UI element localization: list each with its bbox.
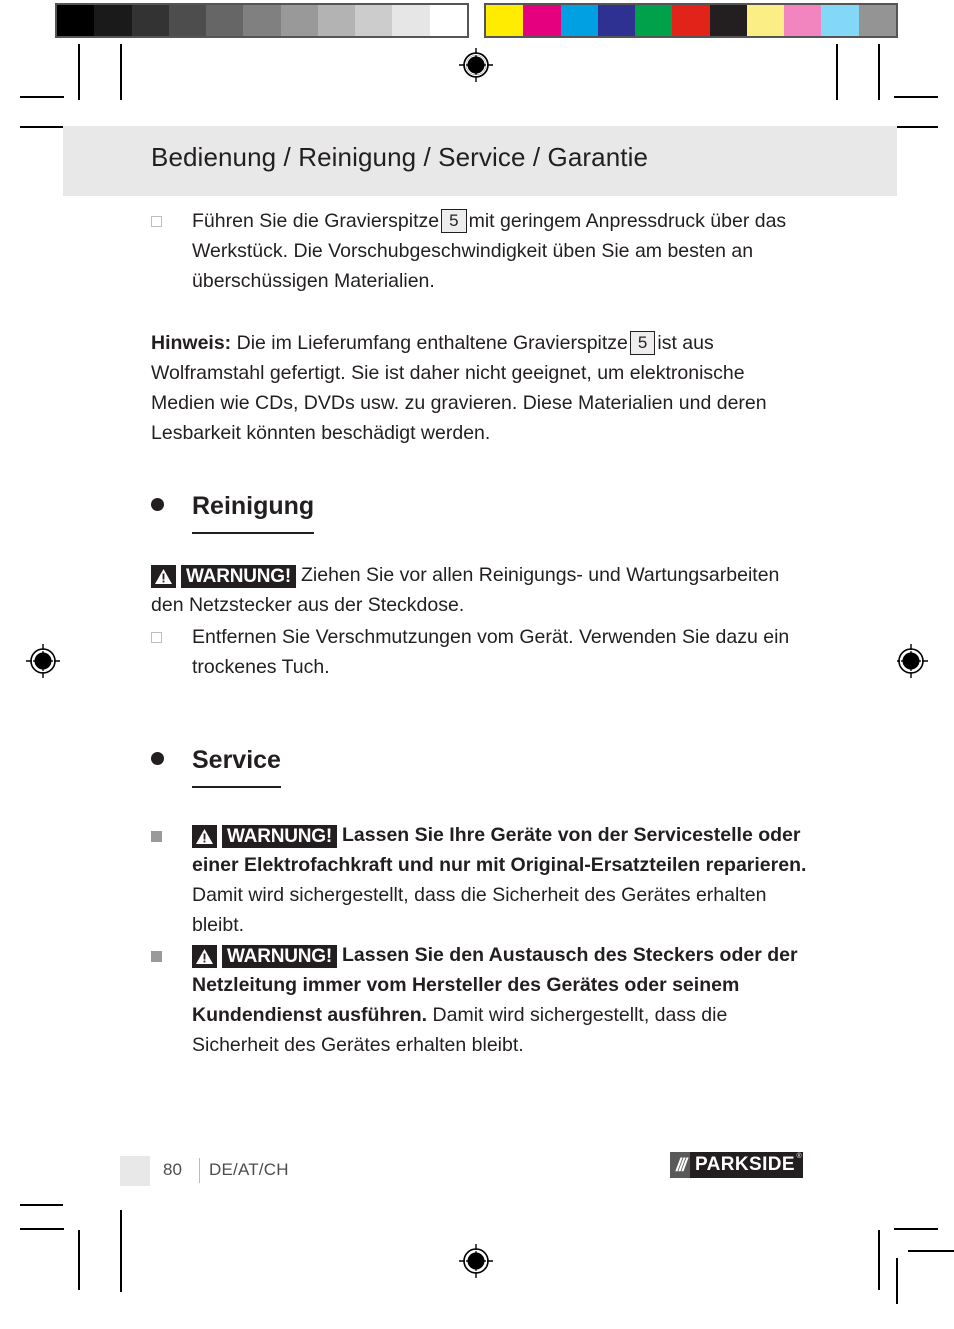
color-swatch-3 xyxy=(597,5,636,36)
list-item: Führen Sie die Gravierspitze 5 mit geringe… xyxy=(151,206,809,296)
registration-target-left xyxy=(26,644,60,678)
logo-slashes-icon: /// xyxy=(670,1152,691,1178)
gray-swatch-0 xyxy=(57,5,95,36)
registered-trademark-icon: ® xyxy=(796,1153,802,1160)
gray-swatch-2 xyxy=(131,5,169,36)
warning-badge: WARNUNG! xyxy=(151,565,296,588)
footer-page-number: 80 xyxy=(163,1160,182,1179)
warning-badge: WARNUNG! xyxy=(192,825,337,848)
hollow-square-bullet-icon xyxy=(151,216,162,227)
section-heading-reinigung: Reinigung xyxy=(151,492,809,534)
hollow-square-bullet-icon xyxy=(151,632,162,643)
warning-label: WARNUNG! xyxy=(181,565,296,588)
page-sheet: Bedienung / Reinigung / Service / Garant… xyxy=(63,100,897,1210)
service-item-normal-text: Damit wird sichergestellt, dass die Sich… xyxy=(192,884,767,936)
gray-swatch-9 xyxy=(392,5,430,36)
logo-wordmark-text: PARKSIDE xyxy=(695,1154,795,1175)
color-swatch-1 xyxy=(523,5,561,36)
gray-swatch-4 xyxy=(206,5,244,36)
list-item: WARNUNG! Lassen Sie Ihre Geräte von der S… xyxy=(151,820,809,940)
color-swatch-5 xyxy=(672,5,710,36)
crop-mark-bottom-right-vertical-outer xyxy=(878,1230,880,1290)
warning-label: WARNUNG! xyxy=(222,825,337,848)
bullet-dot-icon xyxy=(151,498,164,511)
crop-mark-bottom-left-vertical-outer xyxy=(78,1230,80,1290)
gray-swatch-8 xyxy=(355,5,393,36)
registration-target-right xyxy=(894,644,928,678)
section-heading-label: Service xyxy=(192,746,281,788)
gray-swatch-6 xyxy=(280,5,318,36)
color-swatch-10 xyxy=(858,5,896,36)
note-label: Hinweis: xyxy=(151,332,232,354)
intro-text-before-ref: Führen Sie die Gravierspitze xyxy=(192,210,440,232)
footer-marker-block xyxy=(120,1156,150,1186)
list-item-body: Führen Sie die Gravierspitze 5 mit geringe… xyxy=(192,206,809,296)
color-swatch-4 xyxy=(635,5,673,36)
page-content: Führen Sie die Gravierspitze 5 mit geringe… xyxy=(151,206,809,1060)
crop-mark-bottom-right-horizontal-outer xyxy=(894,1228,938,1230)
list-item-body: Entfernen Sie Verschmutzungen vom Gerät.… xyxy=(192,626,790,678)
registration-target-bottom xyxy=(459,1244,493,1278)
warning-label: WARNUNG! xyxy=(222,945,337,968)
color-swatch-7 xyxy=(746,5,785,36)
list-item: Entfernen Sie Verschmutzungen vom Gerät.… xyxy=(151,622,809,682)
list-item: WARNUNG! Lassen Sie den Austausch des Ste… xyxy=(151,940,809,1060)
crop-mark-top-right-vertical-outer xyxy=(878,44,880,104)
registration-target-top xyxy=(459,48,493,82)
color-swatch-9 xyxy=(821,5,859,36)
list-item-body: WARNUNG! Lassen Sie den Austausch des Ste… xyxy=(192,940,809,1060)
parkside-logo: /// PARKSIDE ® xyxy=(670,1152,803,1178)
warning-triangle-icon xyxy=(192,825,217,848)
cleaning-warning-paragraph: WARNUNG! Ziehen Sie vor allen Reinigungs-… xyxy=(151,560,809,620)
crop-mark-top-right-horizontal-outer xyxy=(894,96,938,98)
note-text-before-ref: Die im Lieferumfang enthaltene Graviersp… xyxy=(236,332,628,354)
crop-mark-bottom-left-horizontal-outer xyxy=(20,1228,64,1230)
solid-square-bullet-icon xyxy=(151,951,162,962)
color-swatch-8 xyxy=(784,5,822,36)
warning-badge: WARNUNG! xyxy=(192,945,337,968)
footer-divider xyxy=(199,1158,200,1183)
list-item-body: WARNUNG! Lassen Sie Ihre Geräte von der S… xyxy=(192,820,809,940)
gray-swatch-5 xyxy=(243,5,281,36)
gray-swatch-7 xyxy=(317,5,356,36)
part-reference-box: 5 xyxy=(441,209,467,233)
color-swatch-6 xyxy=(709,5,747,36)
crop-mark-bottom-right-horizontal-inner xyxy=(908,1250,954,1252)
logo-wordmark: PARKSIDE ® xyxy=(690,1152,803,1178)
crop-mark-bottom-left-vertical-inner xyxy=(120,1196,122,1292)
crop-mark-bottom-right-vertical-inner xyxy=(896,1258,898,1304)
grayscale-swatch-group xyxy=(55,3,469,38)
page-footer: 80 DE/AT/CH /// PARKSIDE ® xyxy=(63,1150,897,1194)
section-heading-label: Reinigung xyxy=(192,492,315,534)
crop-mark-top-left-vertical-outer xyxy=(78,44,80,104)
footer-locale-label: DE/AT/CH xyxy=(209,1160,289,1179)
warning-triangle-icon xyxy=(192,945,217,968)
gray-swatch-10 xyxy=(429,5,467,36)
print-calibration-strip xyxy=(55,3,898,38)
color-swatch-0 xyxy=(486,5,524,36)
part-reference-box: 5 xyxy=(629,331,656,355)
note-paragraph: Hinweis: Die im Lieferumfang enthaltene … xyxy=(151,328,809,448)
section-heading-service: Service xyxy=(151,746,809,788)
crop-mark-top-left-horizontal-outer xyxy=(20,96,64,98)
color-swatch-group xyxy=(484,3,898,38)
page-title: Bedienung / Reinigung / Service / Garant… xyxy=(151,142,649,172)
bullet-dot-icon xyxy=(151,752,164,765)
gray-swatch-1 xyxy=(94,5,132,36)
gray-swatch-3 xyxy=(168,5,207,36)
warning-triangle-icon xyxy=(151,565,176,588)
color-swatch-2 xyxy=(560,5,598,36)
solid-square-bullet-icon xyxy=(151,831,162,842)
